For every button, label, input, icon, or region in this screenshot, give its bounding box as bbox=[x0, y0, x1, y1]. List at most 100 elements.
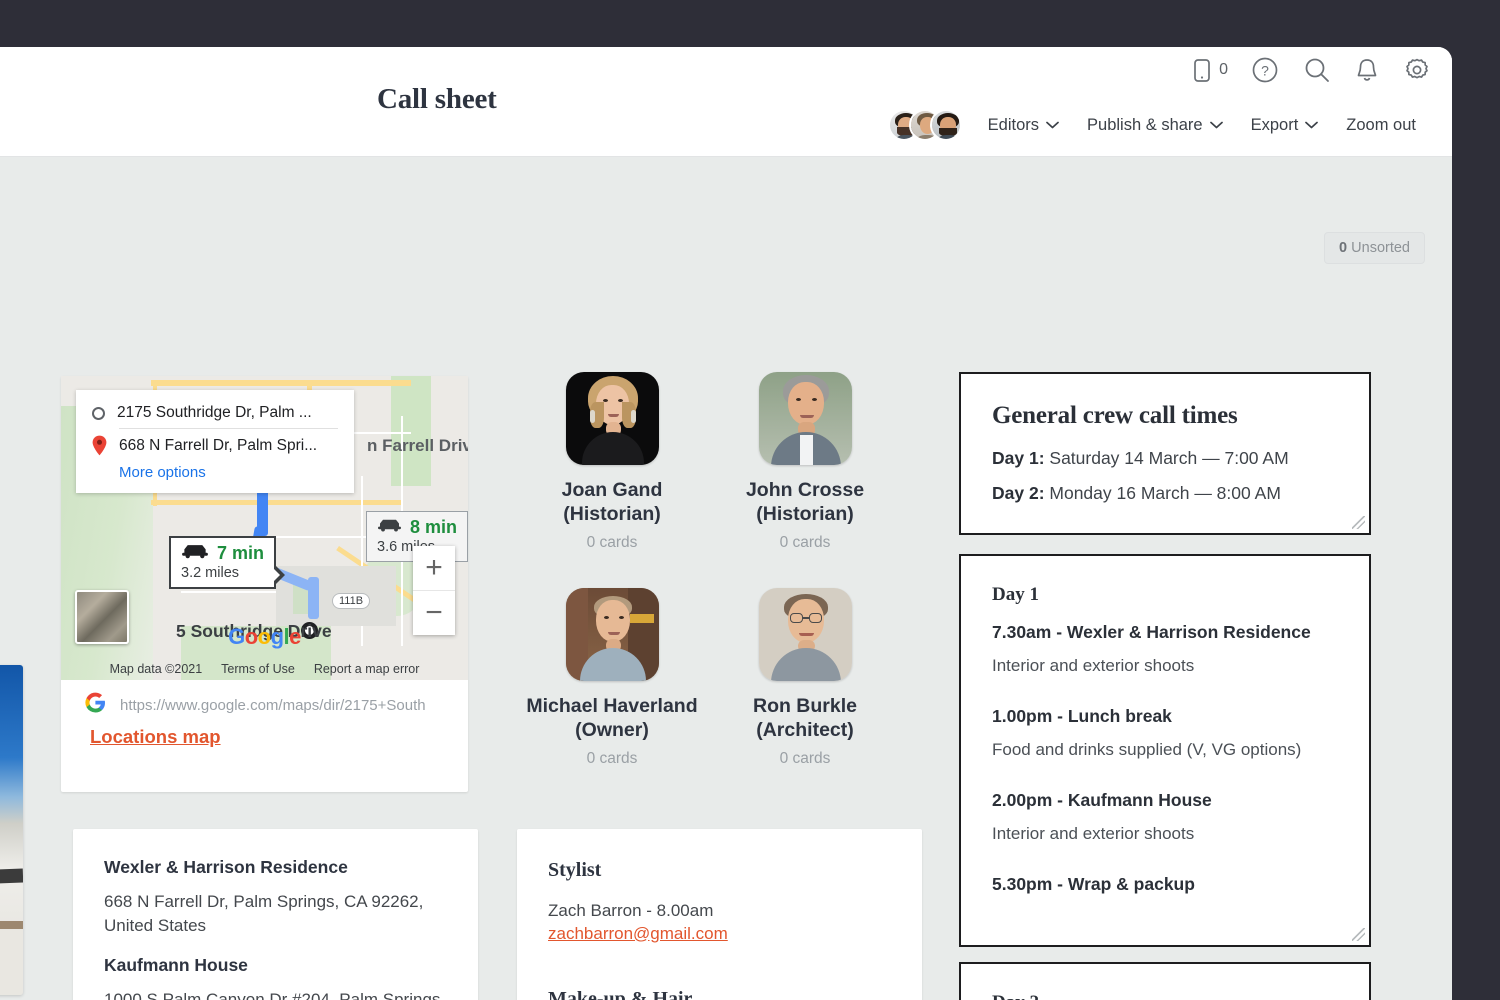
person-card[interactable]: Michael Haverland (Owner) 0 cards bbox=[512, 588, 712, 768]
destination-address: 668 N Farrell Dr, Palm Spri... bbox=[119, 437, 317, 455]
map-road bbox=[151, 500, 401, 505]
general-crew-call-times-panel[interactable]: General crew call times Day 1: Saturday … bbox=[959, 372, 1371, 535]
route-alt-time: 8 min bbox=[410, 517, 457, 538]
map-label-farrell-drive: n Farrell Drive bbox=[367, 436, 468, 456]
schedule-slot-detail: Food and drinks supplied (V, VG options) bbox=[992, 740, 1338, 760]
zoom-out-label: Zoom out bbox=[1346, 116, 1416, 135]
editors-dropdown[interactable]: Editors bbox=[974, 112, 1073, 139]
search-icon[interactable] bbox=[1302, 55, 1332, 85]
board-canvas: 0 Unsorted bbox=[0, 157, 1452, 1000]
app-panel: 0 ? Call sheet bbox=[0, 47, 1452, 1000]
person-name-text: Ron Burkle bbox=[753, 695, 857, 717]
resize-handle-icon[interactable] bbox=[1352, 928, 1365, 941]
map-pin-icon bbox=[92, 435, 107, 456]
bell-icon[interactable] bbox=[1354, 56, 1380, 84]
locations-card[interactable]: Wexler & Harrison Residence 668 N Farrel… bbox=[73, 829, 478, 1000]
ground-decor bbox=[0, 925, 23, 995]
person-card[interactable]: Joan Gand (Historian) 0 cards bbox=[512, 372, 712, 552]
person-card[interactable]: Ron Burkle (Architect) 0 cards bbox=[705, 588, 905, 768]
person-card-count: 0 cards bbox=[512, 534, 712, 552]
unsorted-badge[interactable]: 0 Unsorted bbox=[1324, 232, 1425, 264]
directions-origin-row[interactable]: 2175 Southridge Dr, Palm ... bbox=[92, 404, 338, 422]
editor-avatars[interactable] bbox=[888, 109, 962, 141]
day1-schedule-panel[interactable]: Day 1 7.30am - Wexler & Harrison Residen… bbox=[959, 554, 1371, 947]
day1-value: Saturday 14 March — 7:00 AM bbox=[1045, 448, 1289, 468]
avatar bbox=[566, 588, 659, 681]
report-map-error-link[interactable]: Report a map error bbox=[314, 662, 420, 676]
location-address: 668 N Farrell Dr, Palm Springs, CA 92262… bbox=[104, 890, 447, 938]
location-name: Wexler & Harrison Residence bbox=[104, 857, 447, 878]
route-primary-distance: 3.2 miles bbox=[181, 565, 264, 581]
roof-decor bbox=[0, 869, 23, 886]
chevron-down-icon bbox=[1305, 121, 1318, 129]
stylist-email-link[interactable]: zachbarron@gmail.com bbox=[548, 924, 891, 944]
map-zoom-out-button[interactable]: − bbox=[413, 591, 455, 635]
map-zoom-in-button[interactable]: + bbox=[413, 546, 455, 590]
map-directions-box[interactable]: 2175 Southridge Dr, Palm ... 668 N Farre… bbox=[76, 390, 354, 493]
day2-value: Monday 16 March — 8:00 AM bbox=[1045, 483, 1281, 503]
schedule-slot-time: 5.30pm - Wrap & packup bbox=[992, 874, 1338, 895]
map-card[interactable]: 111B SUNRISE n Farrell Drive 5 Southridg… bbox=[61, 376, 468, 792]
person-card-count: 0 cards bbox=[512, 750, 712, 768]
zoom-out-button[interactable]: Zoom out bbox=[1332, 112, 1430, 139]
more-options-link[interactable]: More options bbox=[119, 464, 338, 481]
map-green-area bbox=[391, 376, 431, 486]
chevron-down-icon bbox=[1046, 121, 1059, 129]
bubble-tail bbox=[274, 564, 285, 586]
unsorted-label: Unsorted bbox=[1351, 240, 1410, 256]
map-zoom-control[interactable]: + − bbox=[413, 546, 455, 635]
stylist-section-title: Stylist bbox=[548, 859, 891, 882]
google-favicon-icon bbox=[85, 692, 106, 718]
person-card-count: 0 cards bbox=[705, 534, 905, 552]
person-name-text: Michael Haverland bbox=[526, 695, 697, 717]
resize-handle-icon[interactable] bbox=[1352, 516, 1365, 529]
day2-schedule-panel[interactable]: Day 2 8.00am - Abernathy House Interior … bbox=[959, 962, 1371, 1000]
person-card[interactable]: John Crosse (Historian) 0 cards bbox=[705, 372, 905, 552]
person-card-count: 0 cards bbox=[705, 750, 905, 768]
person-name-text: John Crosse bbox=[746, 479, 864, 501]
map-image[interactable]: 111B SUNRISE n Farrell Drive 5 Southridg… bbox=[61, 376, 468, 680]
map-url-row: https://www.google.com/maps/dir/2175+Sou… bbox=[61, 692, 468, 718]
route-primary-line: 7 min bbox=[181, 543, 264, 564]
person-name: Ron Burkle (Architect) bbox=[705, 694, 905, 743]
export-label: Export bbox=[1251, 116, 1299, 135]
origin-dot-icon bbox=[92, 407, 105, 420]
person-name: Michael Haverland (Owner) bbox=[512, 694, 712, 743]
map-route-alt bbox=[308, 577, 319, 619]
bench-decor bbox=[0, 921, 23, 929]
google-logo: Google bbox=[228, 624, 301, 650]
person-role-text: (Owner) bbox=[575, 719, 649, 741]
day2-label: Day 2: bbox=[992, 483, 1045, 503]
mobile-icon[interactable]: 0 bbox=[1191, 56, 1228, 84]
export-dropdown[interactable]: Export bbox=[1237, 112, 1333, 139]
day1-label: Day 1: bbox=[992, 448, 1045, 468]
makeup-section-title: Make-up & Hair bbox=[548, 988, 891, 1000]
map-data-label: Map data ©2021 bbox=[110, 662, 203, 676]
help-icon[interactable]: ? bbox=[1250, 55, 1280, 85]
directions-destination-row[interactable]: 668 N Farrell Dr, Palm Spri... bbox=[92, 435, 338, 456]
publish-share-label: Publish & share bbox=[1087, 116, 1203, 135]
stylist-card[interactable]: Stylist Zach Barron - 8.00am zachbarron@… bbox=[517, 829, 922, 1000]
schedule-slot-detail: Interior and exterior shoots bbox=[992, 824, 1338, 844]
person-name: John Crosse (Historian) bbox=[705, 478, 905, 527]
chevron-down-icon bbox=[1210, 121, 1223, 129]
person-name-text: Joan Gand bbox=[562, 479, 663, 501]
publish-share-dropdown[interactable]: Publish & share bbox=[1073, 112, 1237, 139]
call-time-row: Day 1: Saturday 14 March — 7:00 AM bbox=[992, 448, 1338, 469]
photo-card-partial[interactable] bbox=[0, 665, 23, 995]
header-actions: Editors Publish & share Export Zoom out bbox=[888, 109, 1430, 141]
avatar bbox=[759, 588, 852, 681]
svg-text:?: ? bbox=[1261, 63, 1269, 79]
call-time-row: Day 2: Monday 16 March — 8:00 AM bbox=[992, 483, 1338, 504]
route-primary-bubble[interactable]: 7 min 3.2 miles bbox=[169, 536, 276, 589]
locations-map-link[interactable]: Locations map bbox=[90, 726, 221, 748]
avatar bbox=[566, 372, 659, 465]
app-header: 0 ? Call sheet bbox=[0, 47, 1452, 157]
highway-shield: 111B bbox=[332, 593, 370, 609]
panel-title: General crew call times bbox=[992, 402, 1338, 430]
window-topbar bbox=[0, 0, 1500, 47]
street-view-thumbnail[interactable] bbox=[75, 590, 129, 644]
gear-icon[interactable] bbox=[1402, 55, 1432, 85]
terms-of-use-link[interactable]: Terms of Use bbox=[221, 662, 295, 676]
app-screen: 0 ? Call sheet bbox=[0, 0, 1500, 1000]
